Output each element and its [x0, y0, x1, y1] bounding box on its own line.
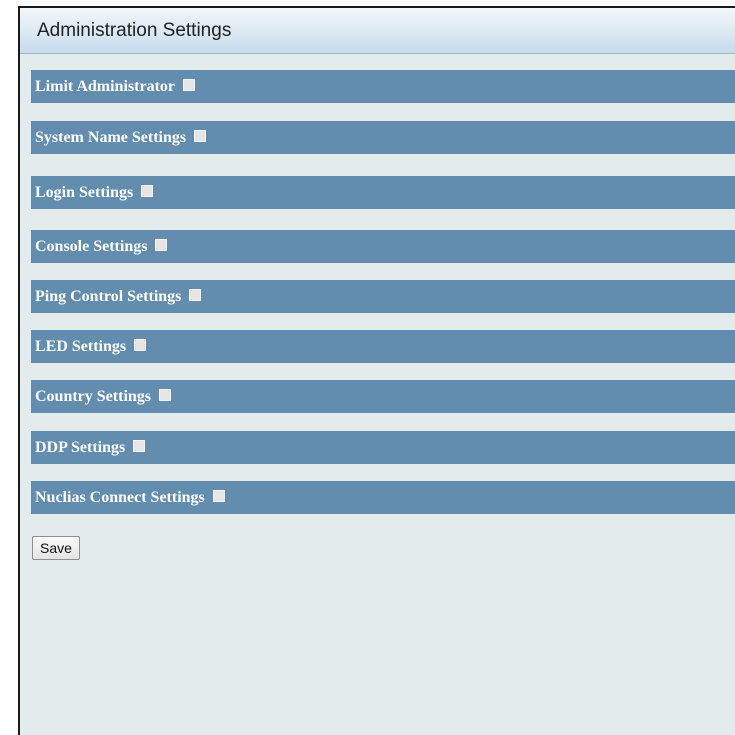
section-label: Login Settings — [35, 183, 134, 201]
panel-header: Administration Settings — [20, 8, 735, 54]
section-label: Limit Administrator — [35, 77, 175, 95]
expand-checkbox[interactable] — [134, 338, 147, 351]
panel-title: Administration Settings — [37, 19, 232, 41]
expand-checkbox[interactable] — [155, 238, 168, 251]
section-country-settings[interactable]: Country Settings — [31, 380, 735, 413]
expand-checkbox[interactable] — [194, 129, 207, 142]
expand-checkbox[interactable] — [159, 388, 172, 401]
expand-checkbox[interactable] — [183, 78, 195, 91]
section-login-settings[interactable]: Login Settings — [31, 176, 735, 209]
expand-checkbox[interactable] — [189, 288, 202, 301]
section-system-name-settings[interactable]: System Name Settings — [31, 121, 735, 154]
expand-checkbox[interactable] — [212, 489, 225, 502]
section-label: System Name Settings — [35, 128, 187, 146]
expand-checkbox[interactable] — [133, 439, 146, 452]
section-console-settings[interactable]: Console Settings — [31, 230, 735, 263]
section-limit-administrator[interactable]: Limit Administrator — [31, 70, 735, 103]
expand-checkbox[interactable] — [141, 184, 154, 197]
section-label: DDP Settings — [35, 438, 126, 456]
section-label: Console Settings — [35, 237, 148, 255]
section-ping-control-settings[interactable]: Ping Control Settings — [31, 280, 735, 313]
section-label: Country Settings — [35, 387, 152, 405]
section-label: Ping Control Settings — [35, 287, 182, 305]
administration-settings-panel: Administration Settings Limit Administra… — [18, 6, 735, 735]
section-label: Nuclias Connect Settings — [35, 488, 205, 506]
section-led-settings[interactable]: LED Settings — [31, 330, 735, 363]
section-label: LED Settings — [35, 337, 127, 355]
section-ddp-settings[interactable]: DDP Settings — [31, 431, 735, 464]
section-nuclias-connect-settings[interactable]: Nuclias Connect Settings — [31, 481, 735, 514]
save-button[interactable]: Save — [32, 536, 80, 560]
